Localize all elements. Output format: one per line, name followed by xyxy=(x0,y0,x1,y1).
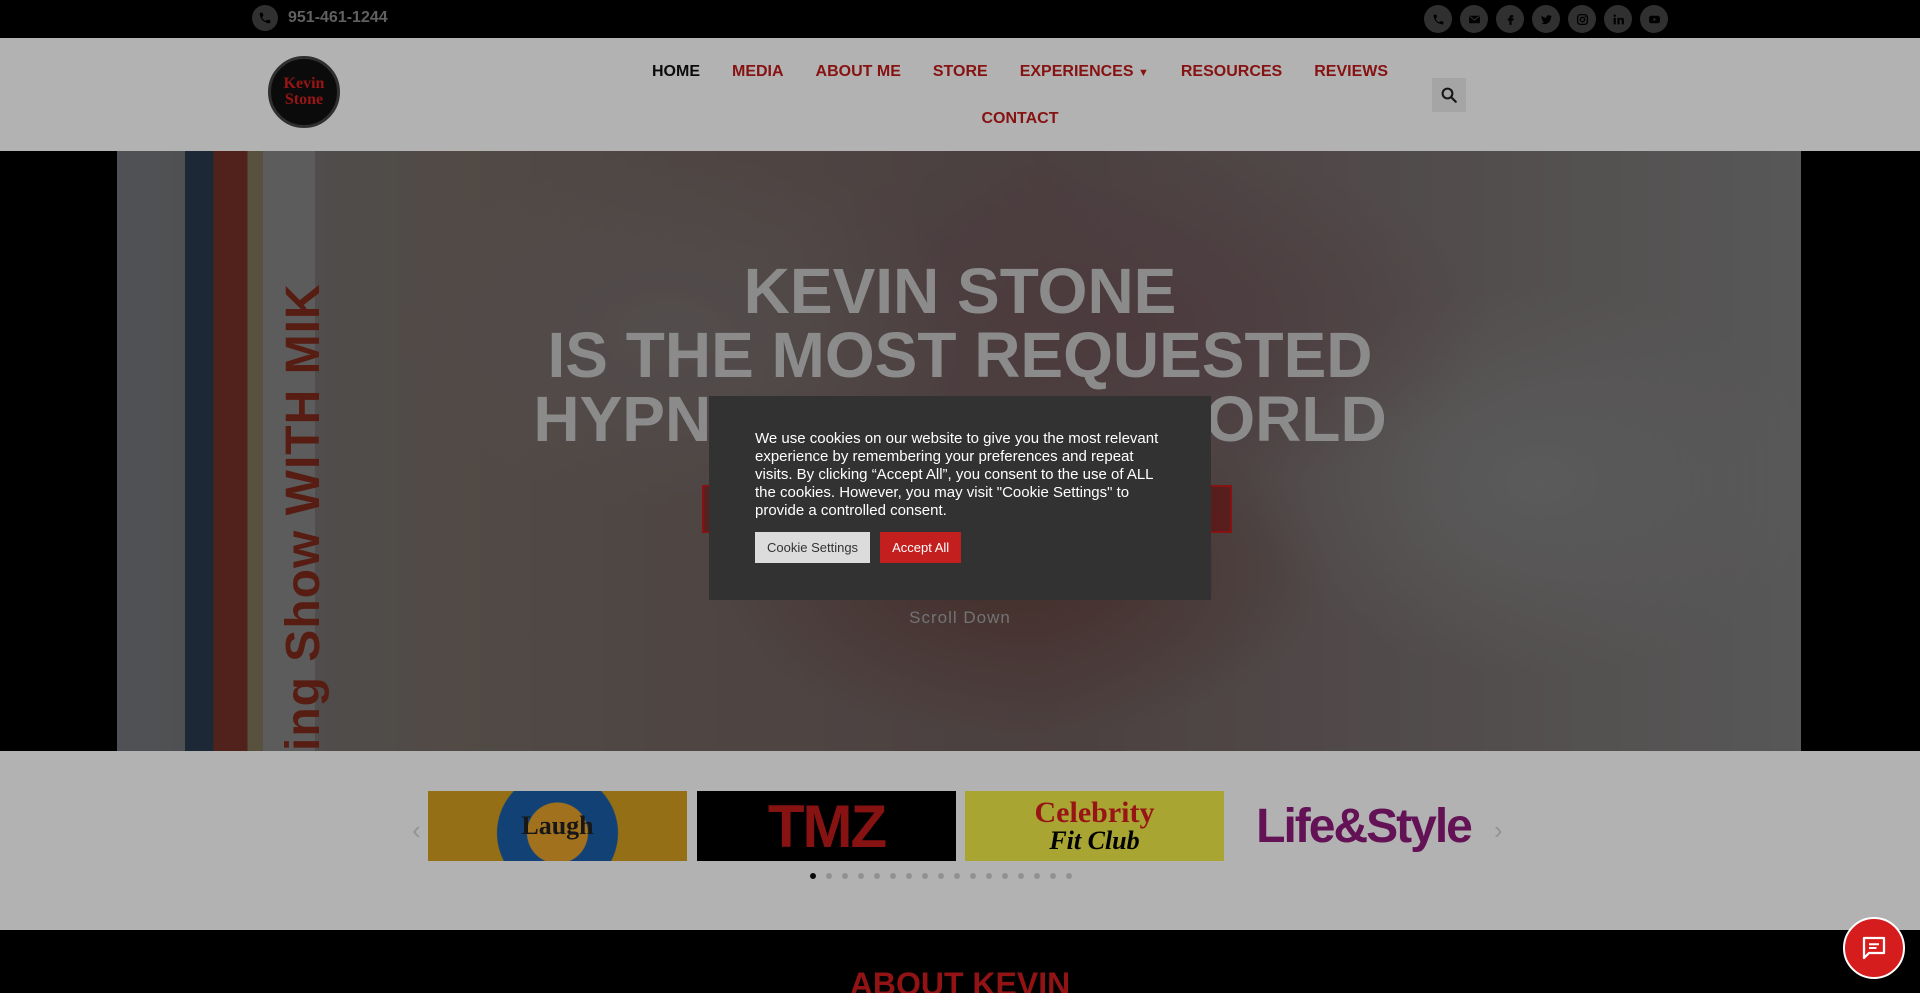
chat-icon xyxy=(1862,936,1886,960)
cookie-settings-button[interactable]: Cookie Settings xyxy=(755,532,871,563)
cookie-message: We use cookies on our website to give yo… xyxy=(755,430,1159,519)
chat-button[interactable] xyxy=(1843,917,1905,979)
accept-all-button[interactable]: Accept All xyxy=(880,532,962,563)
cookie-consent-modal: We use cookies on our website to give yo… xyxy=(709,396,1211,600)
cookie-actions: Cookie Settings Accept All xyxy=(755,532,962,563)
